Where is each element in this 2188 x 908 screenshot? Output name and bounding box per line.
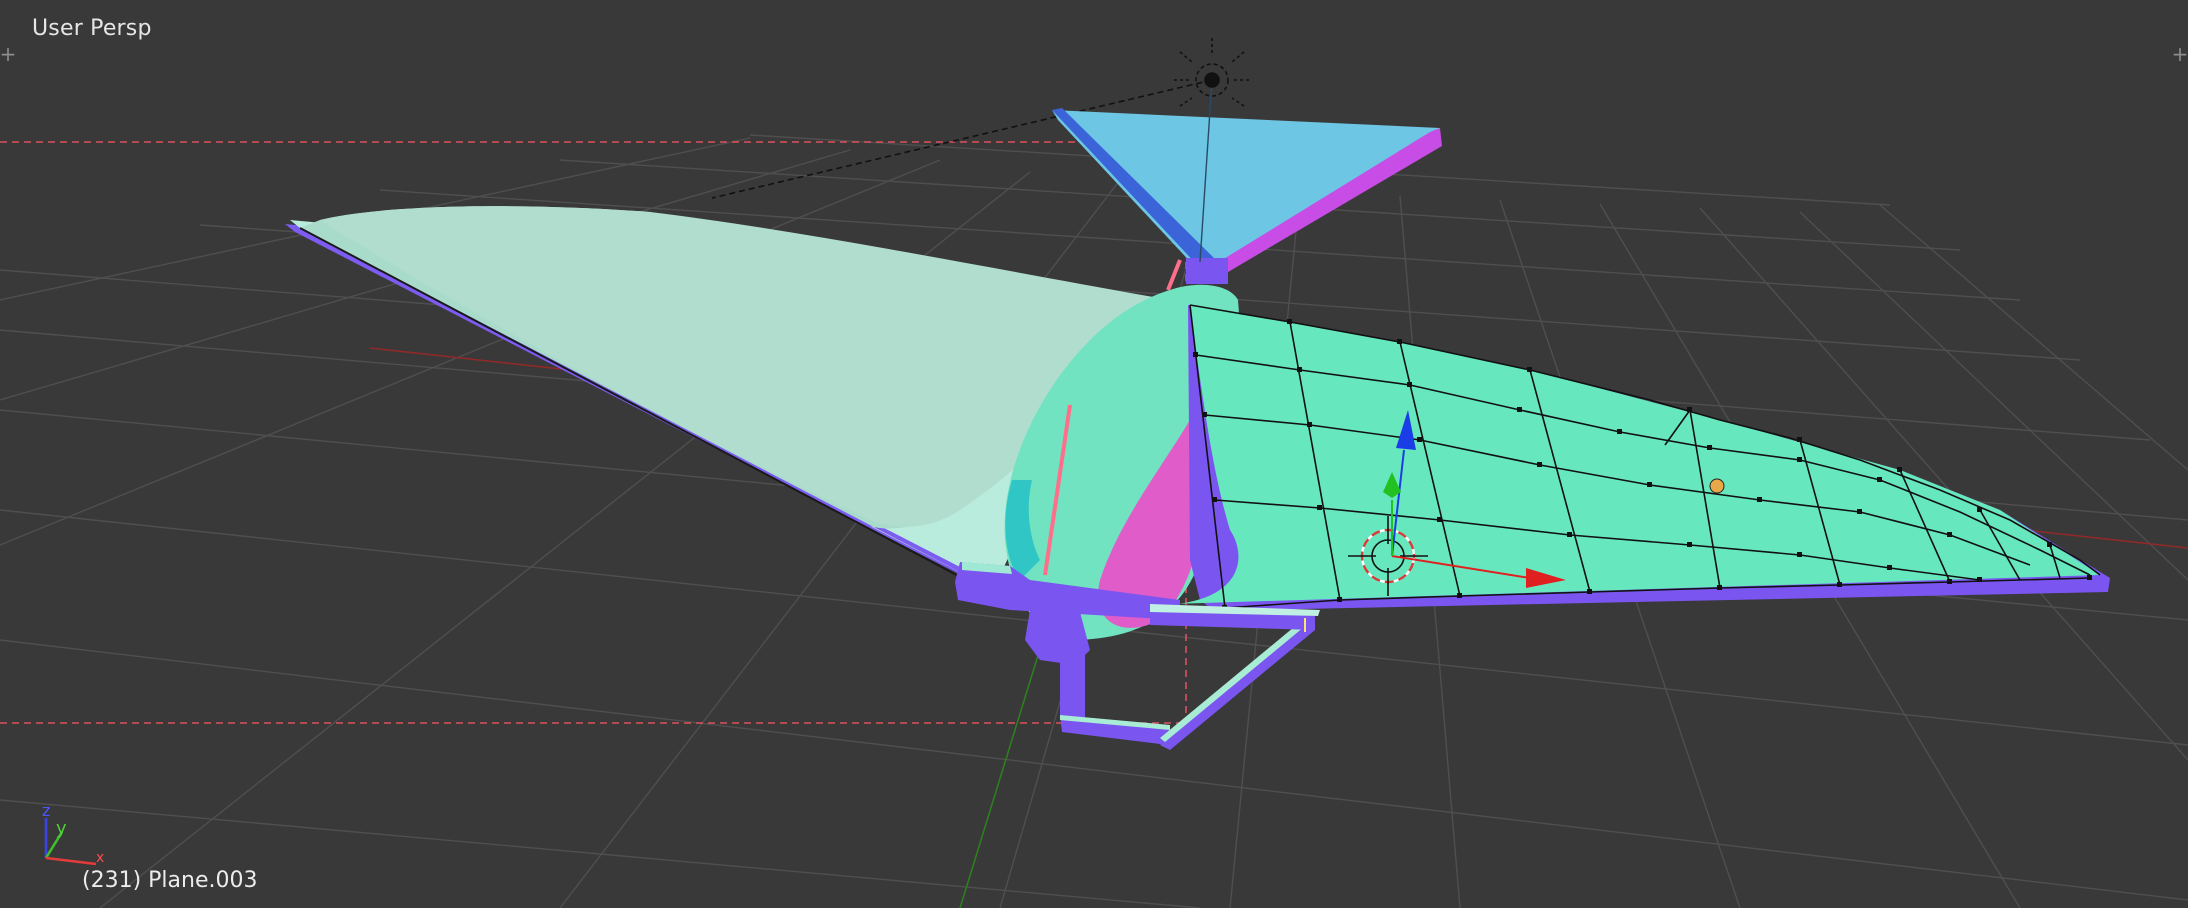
axis-gizmo: z y x	[42, 801, 104, 866]
axis-gizmo-y-label: y	[56, 818, 67, 839]
viewport-view-label: User Persp	[32, 16, 152, 41]
axis-gizmo-z-label: z	[42, 801, 50, 820]
area-split-handle-left[interactable]: +	[0, 44, 18, 64]
object-origin-dot[interactable]	[1709, 478, 1725, 494]
viewport-scene[interactable]: z y x	[0, 0, 2188, 908]
tail-fin[interactable]	[1052, 79, 1442, 284]
area-split-handle-right[interactable]: +	[2170, 44, 2188, 64]
light-lamp-icon[interactable]	[1174, 38, 1250, 107]
active-object-info: (231) Plane.003	[82, 868, 258, 893]
3d-viewport[interactable]: z y x User Persp (231) Plane.003 + +	[0, 0, 2188, 908]
axis-gizmo-x-label: x	[96, 850, 104, 866]
